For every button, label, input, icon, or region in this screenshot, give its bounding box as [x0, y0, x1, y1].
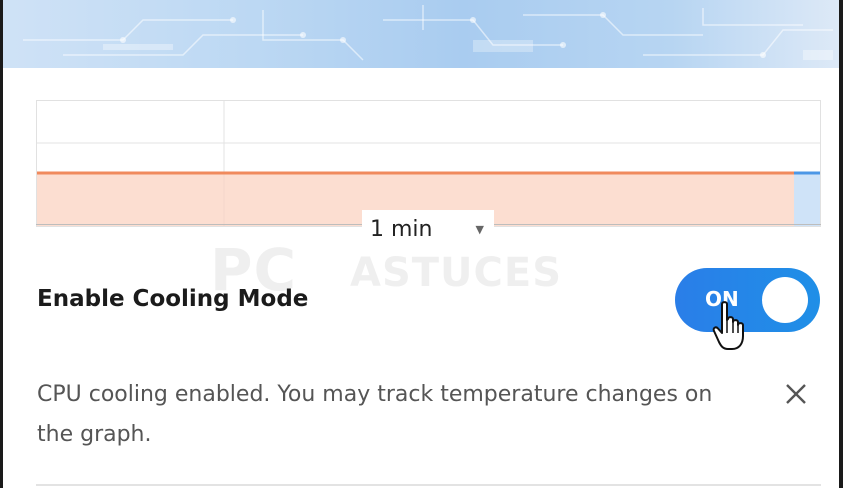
header-banner	[3, 0, 839, 68]
window-left-border	[0, 0, 3, 488]
cooling-mode-label: Enable Cooling Mode	[37, 286, 309, 312]
circuit-pattern	[23, 5, 833, 61]
dropdown-caret-icon: ▼	[475, 222, 484, 236]
temperature-graph	[36, 100, 821, 227]
close-icon[interactable]	[782, 380, 810, 408]
cooling-area	[794, 173, 820, 226]
hand-pointer-icon	[712, 301, 744, 350]
interval-dropdown[interactable]: 1 min ▼	[362, 210, 494, 248]
notification-message: CPU cooling enabled. You may track tempe…	[37, 382, 713, 447]
section-divider	[36, 484, 821, 486]
graph-canvas	[37, 101, 820, 226]
window-right-border	[839, 0, 843, 488]
interval-value: 1 min	[370, 216, 433, 242]
toggle-knob	[762, 277, 808, 323]
